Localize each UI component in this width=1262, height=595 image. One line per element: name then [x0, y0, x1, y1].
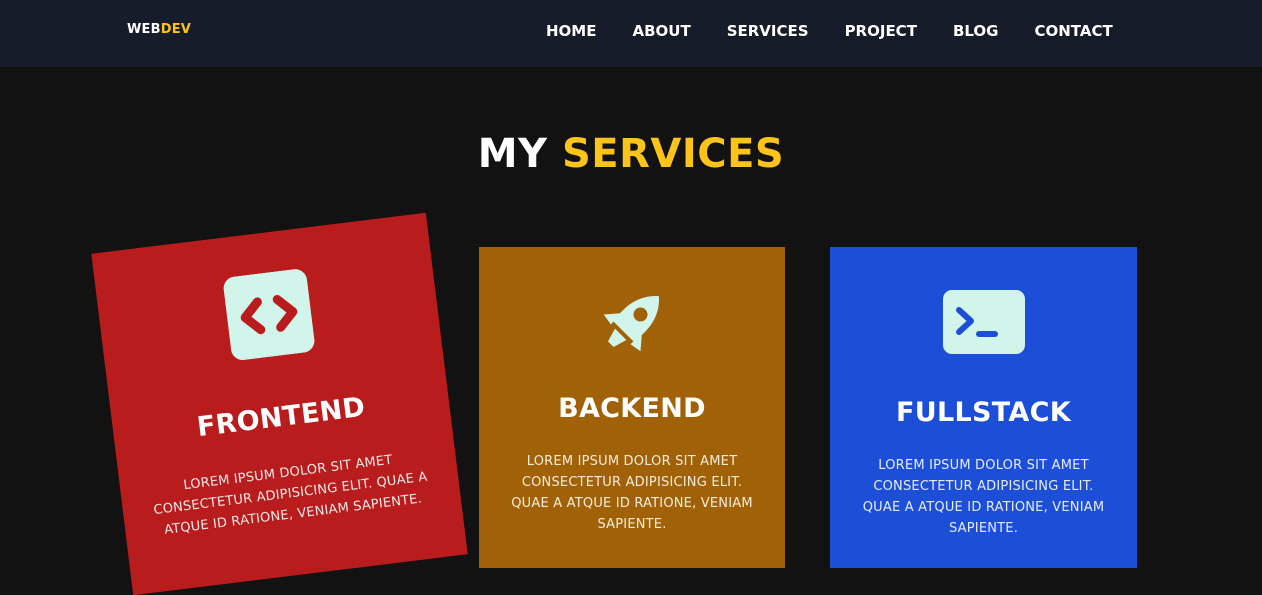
code-icon — [223, 269, 314, 361]
logo-accent: DEV — [160, 22, 192, 37]
card-title: FULLSTACK — [896, 397, 1071, 428]
card-description: LOREM IPSUM DOLOR SIT AMET CONSECTETUR A… — [152, 452, 429, 538]
nav-link-about[interactable]: ABOUT — [632, 22, 690, 40]
card-description: LOREM IPSUM DOLOR SIT AMET CONSECTETUR A… — [862, 458, 1105, 536]
nav-link-home[interactable]: HOME — [546, 22, 596, 40]
nav-link-project[interactable]: PROJECT — [845, 22, 917, 40]
navbar: WEBDEV HOME ABOUT SERVICES PROJECT BLOG … — [0, 0, 1262, 67]
card-title: FRONTEND — [195, 391, 367, 444]
service-card-fullstack[interactable]: FULLSTACK LOREM IPSUM DOLOR SIT AMET CON… — [830, 247, 1137, 568]
rocket-icon — [603, 296, 659, 352]
card-title: BACKEND — [558, 393, 706, 424]
nav-links: HOME ABOUT SERVICES PROJECT BLOG CONTACT — [546, 22, 1113, 40]
service-card-frontend[interactable]: FRONTEND LOREM IPSUM DOLOR SIT AMET CONS… — [91, 212, 468, 595]
card-description: LOREM IPSUM DOLOR SIT AMET CONSECTETUR A… — [511, 454, 753, 532]
section-title-accent: SERVICES — [561, 131, 785, 177]
nav-link-services[interactable]: SERVICES — [727, 22, 809, 40]
nav-link-contact[interactable]: CONTACT — [1034, 22, 1112, 40]
terminal-icon — [942, 290, 1025, 354]
logo-main: WEB — [127, 22, 161, 37]
nav-link-blog[interactable]: BLOG — [953, 22, 999, 40]
service-card-backend[interactable]: BACKEND LOREM IPSUM DOLOR SIT AMET CONSE… — [479, 247, 785, 568]
logo[interactable]: WEBDEV — [127, 22, 191, 37]
section-title-main: MY — [477, 131, 548, 177]
section-title: MY SERVICES — [0, 131, 1262, 177]
